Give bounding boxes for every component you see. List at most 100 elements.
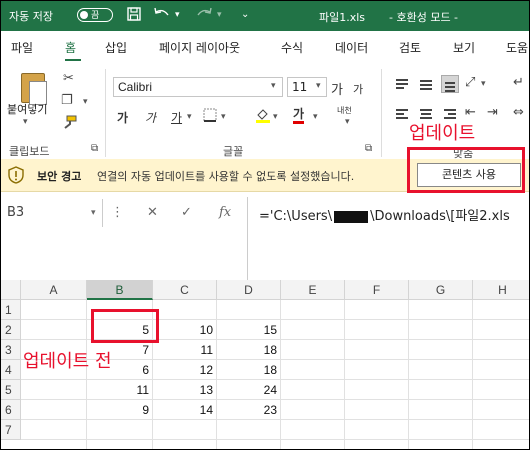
row-header-5[interactable]: 5	[1, 380, 21, 400]
font-size-dropdown-icon[interactable]: ▾	[316, 81, 321, 91]
security-warning-message: 연결의 자동 업데이트를 사용할 수 없도록 설정했습니다.	[97, 170, 355, 183]
underline-dropdown-icon[interactable]: ▾	[187, 112, 192, 122]
increase-indent-icon[interactable]: ⇥	[487, 105, 498, 120]
row-header-3[interactable]: 3	[1, 340, 21, 360]
shrink-font-button[interactable]: 가	[353, 81, 363, 97]
excel-window: 자동 저장 끔 ▾ ▾ ⌄ 파일1.xls - 호환성 모드 - 파일 홈 삽입…	[0, 0, 530, 450]
cell-d3[interactable]: 18	[217, 340, 281, 360]
fill-color-dropdown-icon[interactable]: ▾	[273, 112, 278, 122]
tab-review[interactable]: 검토	[399, 39, 421, 56]
customize-toolbar-icon[interactable]: ⌄	[241, 9, 249, 20]
cell-d6[interactable]: 23	[217, 400, 281, 420]
toggle-state: 끔	[91, 11, 100, 21]
merge-center-icon[interactable]: ⇔	[513, 105, 524, 120]
font-color-dropdown-icon[interactable]: ▾	[313, 112, 318, 122]
copy-dropdown-icon[interactable]: ▾	[83, 97, 88, 107]
align-bottom-icon[interactable]	[441, 75, 459, 93]
name-box[interactable]: B3	[1, 199, 103, 227]
ribbon: 붙여넣기 ▾ ✂ ❐ ▾ 클립보드 ⧉ Calibri ▾ 11 ▾ 가 가 가…	[1, 61, 529, 160]
clipboard-group-label: 클립보드	[9, 145, 50, 158]
formula-text-prefix: ='C:\Users\	[259, 209, 333, 224]
orientation-icon[interactable]: ⤢	[465, 75, 475, 90]
font-group-label: 글꼴	[223, 145, 244, 158]
column-header-g[interactable]: G	[409, 280, 473, 300]
column-header-d[interactable]: D	[217, 280, 281, 300]
decrease-indent-icon[interactable]: ⇤	[465, 105, 476, 120]
row-header-2[interactable]: 2	[1, 320, 21, 340]
phonetic-button[interactable]: 내천	[337, 105, 352, 116]
tab-home[interactable]: 홈	[65, 39, 76, 56]
cell-d2[interactable]: 15	[217, 320, 281, 340]
undo-icon[interactable]	[153, 7, 171, 25]
formula-text-suffix: \Downloads\[파일2.xls	[370, 209, 510, 224]
row-header-6[interactable]: 6	[1, 400, 21, 420]
tab-insert[interactable]: 삽입	[105, 39, 127, 56]
tab-file[interactable]: 파일	[11, 39, 33, 56]
bold-button[interactable]: 가	[117, 109, 128, 126]
cell-b6[interactable]: 9	[87, 400, 153, 420]
grow-font-button[interactable]: 가	[331, 79, 343, 98]
row-header-1[interactable]: 1	[1, 300, 21, 320]
font-launcher-icon[interactable]: ⧉	[365, 143, 372, 154]
border-icon[interactable]	[203, 108, 217, 126]
fill-color-icon[interactable]	[255, 107, 271, 127]
formula-input[interactable]: ='C:\Users\ \Downloads\[파일2.xls	[259, 205, 510, 224]
font-color-button[interactable]: 가	[293, 107, 305, 124]
cell-c5[interactable]: 13	[153, 380, 217, 400]
underline-button[interactable]: 가	[171, 109, 182, 126]
column-header-c[interactable]: C	[153, 280, 217, 300]
copy-icon[interactable]: ❐	[61, 93, 73, 108]
font-size-box[interactable]: 11	[287, 77, 327, 97]
annotation-after-update: 업데이트	[409, 123, 476, 144]
clipboard-launcher-icon[interactable]: ⧉	[91, 143, 98, 154]
wrap-text-icon[interactable]: ↵	[513, 75, 524, 90]
tab-data[interactable]: 데이터	[335, 39, 368, 56]
italic-button[interactable]: 가	[145, 109, 156, 126]
tab-view[interactable]: 보기	[453, 39, 475, 56]
annotation-box-content-button	[407, 147, 525, 193]
cell-c4[interactable]: 12	[153, 360, 217, 380]
tab-formulas[interactable]: 수식	[281, 39, 303, 56]
cell-c2[interactable]: 10	[153, 320, 217, 340]
font-name-box[interactable]: Calibri	[113, 77, 283, 97]
cell-d5[interactable]: 24	[217, 380, 281, 400]
format-painter-icon[interactable]	[61, 115, 77, 133]
cell-c3[interactable]: 11	[153, 340, 217, 360]
border-dropdown-icon[interactable]: ▾	[221, 112, 226, 122]
row-header-4[interactable]: 4	[1, 360, 21, 380]
document-title: 파일1.xls	[319, 11, 366, 24]
enter-icon[interactable]: ✓	[181, 205, 192, 220]
paste-dropdown-icon[interactable]: ▾	[23, 117, 28, 127]
column-header-h[interactable]: H	[473, 280, 529, 300]
tab-page-layout[interactable]: 페이지 레이아웃	[159, 39, 240, 56]
column-header-e[interactable]: E	[281, 280, 345, 300]
formula-bar-grip-icon: ⋮	[111, 205, 124, 220]
column-header-f[interactable]: F	[345, 280, 409, 300]
ribbon-tabs: 파일 홈 삽입 페이지 레이아웃 수식 데이터 검토 보기 도움	[1, 31, 529, 61]
redo-icon[interactable]	[195, 7, 213, 25]
phonetic-dropdown-icon[interactable]: ▾	[345, 117, 350, 127]
align-middle-icon[interactable]	[417, 75, 435, 93]
font-name-dropdown-icon[interactable]: ▾	[271, 81, 276, 91]
column-header-a[interactable]: A	[21, 280, 87, 300]
cancel-icon[interactable]: ✕	[147, 205, 158, 220]
paste-icon[interactable]	[15, 71, 49, 105]
tab-help[interactable]: 도움	[506, 39, 528, 56]
select-all-corner[interactable]	[1, 280, 21, 300]
cell-b5[interactable]: 11	[87, 380, 153, 400]
cut-icon[interactable]: ✂	[63, 71, 74, 86]
undo-dropdown-icon[interactable]: ▾	[175, 10, 180, 20]
orientation-dropdown-icon[interactable]: ▾	[481, 79, 486, 89]
column-header-b[interactable]: B	[87, 280, 153, 300]
cell-d4[interactable]: 18	[217, 360, 281, 380]
redo-dropdown-icon[interactable]: ▾	[217, 10, 222, 20]
insert-function-icon[interactable]: fx	[219, 205, 231, 220]
paste-button-label[interactable]: 붙여넣기	[7, 101, 47, 117]
row-header-7[interactable]: 7	[1, 420, 21, 440]
align-top-icon[interactable]	[393, 75, 411, 93]
name-box-dropdown-icon[interactable]: ▾	[91, 208, 96, 218]
save-icon[interactable]	[127, 7, 141, 25]
autosave-toggle[interactable]: 끔	[77, 8, 113, 22]
formula-bar: B3 ▾ ⋮ ✕ ✓ fx ='C:\Users\ \Downloads\[파일2…	[1, 197, 529, 231]
cell-c6[interactable]: 14	[153, 400, 217, 420]
